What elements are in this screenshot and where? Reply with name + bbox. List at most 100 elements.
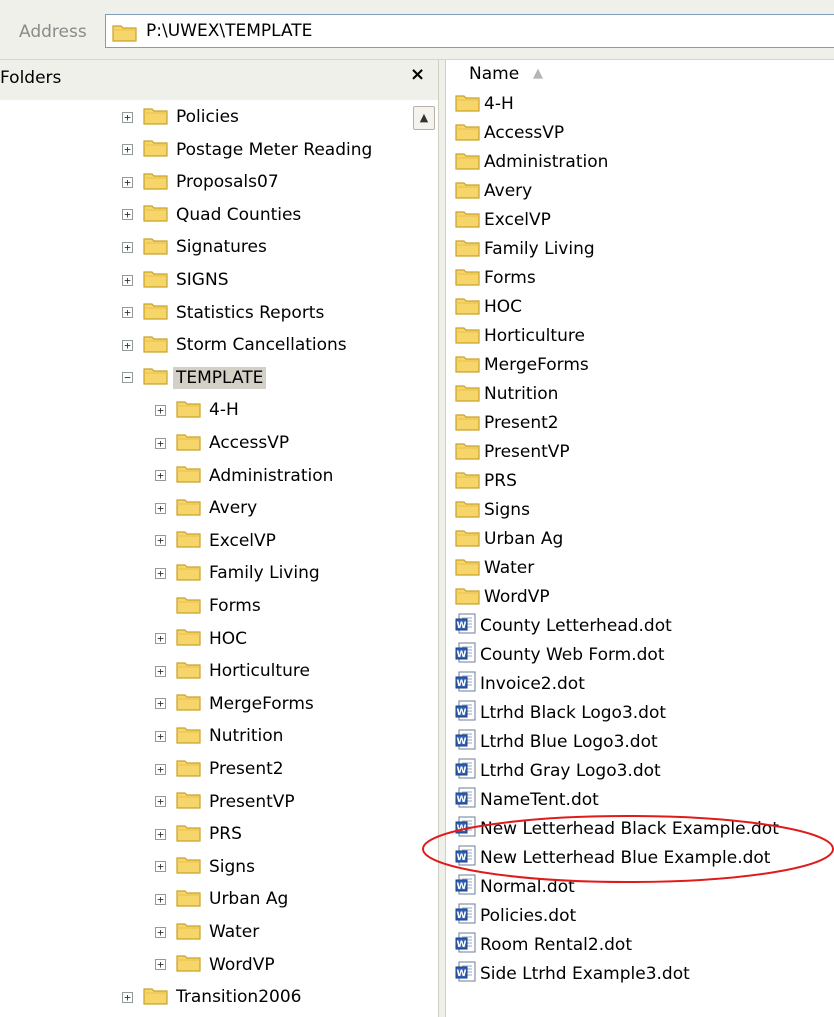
file-list-item[interactable]: Urban Ag bbox=[455, 525, 563, 553]
file-list-item[interactable]: Administration bbox=[455, 148, 608, 176]
file-list-item[interactable]: WordVP bbox=[455, 583, 550, 611]
scroll-up-arrow-icon[interactable]: ▲ bbox=[413, 106, 435, 130]
tree-item[interactable]: + Signs bbox=[155, 852, 258, 882]
close-icon[interactable]: × bbox=[410, 64, 425, 85]
tree-item[interactable]: + Signatures bbox=[122, 232, 270, 262]
pane-splitter[interactable] bbox=[438, 60, 446, 1017]
file-list-item[interactable]: W NameTent.dot bbox=[455, 786, 599, 814]
expand-icon[interactable]: + bbox=[155, 470, 166, 482]
tree-item[interactable]: + Nutrition bbox=[155, 721, 286, 751]
tree-item[interactable]: + ExcelVP bbox=[155, 526, 279, 556]
file-list-item[interactable]: W County Letterhead.dot bbox=[455, 612, 672, 640]
file-list-item[interactable]: PRS bbox=[455, 467, 517, 495]
tree-item[interactable]: + Horticulture bbox=[155, 656, 313, 686]
expand-icon[interactable]: + bbox=[155, 665, 166, 677]
tree-item[interactable]: − TEMPLATE bbox=[122, 363, 267, 393]
address-field[interactable]: P:\UWEX\TEMPLATE bbox=[105, 14, 834, 48]
file-list-item[interactable]: Avery bbox=[455, 177, 532, 205]
file-list-item[interactable]: W Policies.dot bbox=[455, 902, 576, 930]
file-name: Present2 bbox=[484, 413, 559, 433]
folder-icon bbox=[143, 202, 169, 227]
file-list-item[interactable]: W Ltrhd Black Logo3.dot bbox=[455, 699, 666, 727]
tree-item[interactable]: Forms bbox=[155, 591, 264, 621]
expand-icon[interactable]: + bbox=[155, 730, 166, 742]
tree-item[interactable]: +4-H bbox=[155, 395, 242, 425]
expand-icon[interactable]: + bbox=[155, 698, 166, 710]
expand-icon[interactable]: + bbox=[155, 437, 166, 449]
file-list-item[interactable]: MergeForms bbox=[455, 351, 589, 379]
tree-item[interactable]: + Administration bbox=[155, 461, 336, 491]
expand-icon[interactable]: + bbox=[155, 404, 166, 416]
tree-item[interactable]: + Transition2006 bbox=[122, 982, 304, 1012]
tree-item[interactable]: + PRS bbox=[155, 819, 245, 849]
tree-item[interactable]: + Proposals07 bbox=[122, 167, 282, 197]
expand-icon[interactable]: + bbox=[122, 339, 133, 351]
expand-icon[interactable]: + bbox=[155, 861, 166, 873]
tree-item[interactable]: + MergeForms bbox=[155, 689, 317, 719]
collapse-icon[interactable]: − bbox=[122, 372, 133, 384]
expand-icon[interactable]: + bbox=[155, 959, 166, 971]
file-list-item[interactable]: Water bbox=[455, 554, 534, 582]
expand-icon[interactable]: + bbox=[122, 176, 133, 188]
file-list-item[interactable]: W Side Ltrhd Example3.dot bbox=[455, 960, 690, 988]
file-list-item[interactable]: W Room Rental2.dot bbox=[455, 931, 632, 959]
file-list-item[interactable]: PresentVP bbox=[455, 438, 570, 466]
tree-item[interactable]: + Storm Cancellations bbox=[122, 330, 350, 360]
file-list-item[interactable]: W Normal.dot bbox=[455, 873, 575, 901]
expand-icon[interactable]: + bbox=[155, 567, 166, 579]
tree-item[interactable]: + Present2 bbox=[155, 754, 287, 784]
tree-item[interactable]: + AccessVP bbox=[155, 428, 292, 458]
tree-item[interactable]: + Postage Meter Reading bbox=[122, 135, 375, 165]
tree-item[interactable]: + WordVP bbox=[155, 950, 278, 980]
tree-item[interactable]: + Quad Counties bbox=[122, 200, 304, 230]
folder-icon bbox=[143, 268, 169, 293]
expand-icon[interactable]: + bbox=[122, 307, 133, 319]
expand-icon[interactable]: + bbox=[122, 274, 133, 286]
file-name: Ltrhd Gray Logo3.dot bbox=[480, 761, 661, 781]
file-list-item[interactable]: Forms bbox=[455, 264, 536, 292]
file-list-item[interactable]: Signs bbox=[455, 496, 530, 524]
expand-icon[interactable]: + bbox=[155, 502, 166, 514]
file-list-item[interactable]: Present2 bbox=[455, 409, 559, 437]
tree-item[interactable]: + Family Living bbox=[155, 558, 323, 588]
expand-icon[interactable]: + bbox=[155, 535, 166, 547]
tree-item[interactable]: + Avery bbox=[155, 493, 260, 523]
tree-item[interactable]: + SIGNS bbox=[122, 265, 232, 295]
expand-icon[interactable]: + bbox=[122, 241, 133, 253]
tree-item[interactable]: + PresentVP bbox=[155, 787, 298, 817]
file-list-item[interactable]: W Invoice2.dot bbox=[455, 670, 585, 698]
file-list-item[interactable]: ExcelVP bbox=[455, 206, 551, 234]
file-list-item[interactable]: W Ltrhd Gray Logo3.dot bbox=[455, 757, 661, 785]
file-list-item[interactable]: 4-H bbox=[455, 90, 514, 118]
expand-icon[interactable]: + bbox=[155, 763, 166, 775]
tree-item[interactable]: + Urban Ag bbox=[155, 884, 291, 914]
file-list-item[interactable]: W Ltrhd Blue Logo3.dot bbox=[455, 728, 658, 756]
file-name: Policies.dot bbox=[480, 906, 577, 926]
file-list-item[interactable]: Horticulture bbox=[455, 322, 585, 350]
expand-icon[interactable]: + bbox=[122, 144, 133, 156]
expand-icon[interactable]: + bbox=[155, 796, 166, 808]
expand-icon[interactable]: + bbox=[122, 111, 133, 123]
expand-icon[interactable]: + bbox=[122, 991, 133, 1003]
expand-icon[interactable]: + bbox=[122, 209, 133, 221]
file-list-item[interactable]: W New Letterhead Blue Example.dot bbox=[455, 844, 770, 872]
folder-icon bbox=[455, 208, 481, 233]
file-list-item[interactable]: AccessVP bbox=[455, 119, 564, 147]
file-list-item[interactable]: Family Living bbox=[455, 235, 595, 263]
file-list-item[interactable]: Nutrition bbox=[455, 380, 558, 408]
file-list-item[interactable]: W New Letterhead Black Example.dot bbox=[455, 815, 779, 843]
expand-icon[interactable]: + bbox=[155, 926, 166, 938]
expand-icon[interactable]: + bbox=[155, 828, 166, 840]
tree-item[interactable]: + Statistics Reports bbox=[122, 298, 327, 328]
expand-icon[interactable]: + bbox=[155, 633, 166, 645]
folder-icon bbox=[176, 691, 202, 716]
folder-icon bbox=[176, 496, 202, 521]
tree-item[interactable]: + HOC bbox=[155, 624, 250, 654]
tree-item[interactable]: + Water bbox=[155, 917, 262, 947]
word-document-icon: W bbox=[455, 671, 477, 698]
file-list-item[interactable]: W County Web Form.dot bbox=[455, 641, 665, 669]
tree-item[interactable]: + Policies bbox=[122, 102, 242, 132]
expand-icon[interactable]: + bbox=[155, 893, 166, 905]
file-list-item[interactable]: HOC bbox=[455, 293, 522, 321]
column-header-name[interactable]: Name bbox=[469, 64, 519, 84]
